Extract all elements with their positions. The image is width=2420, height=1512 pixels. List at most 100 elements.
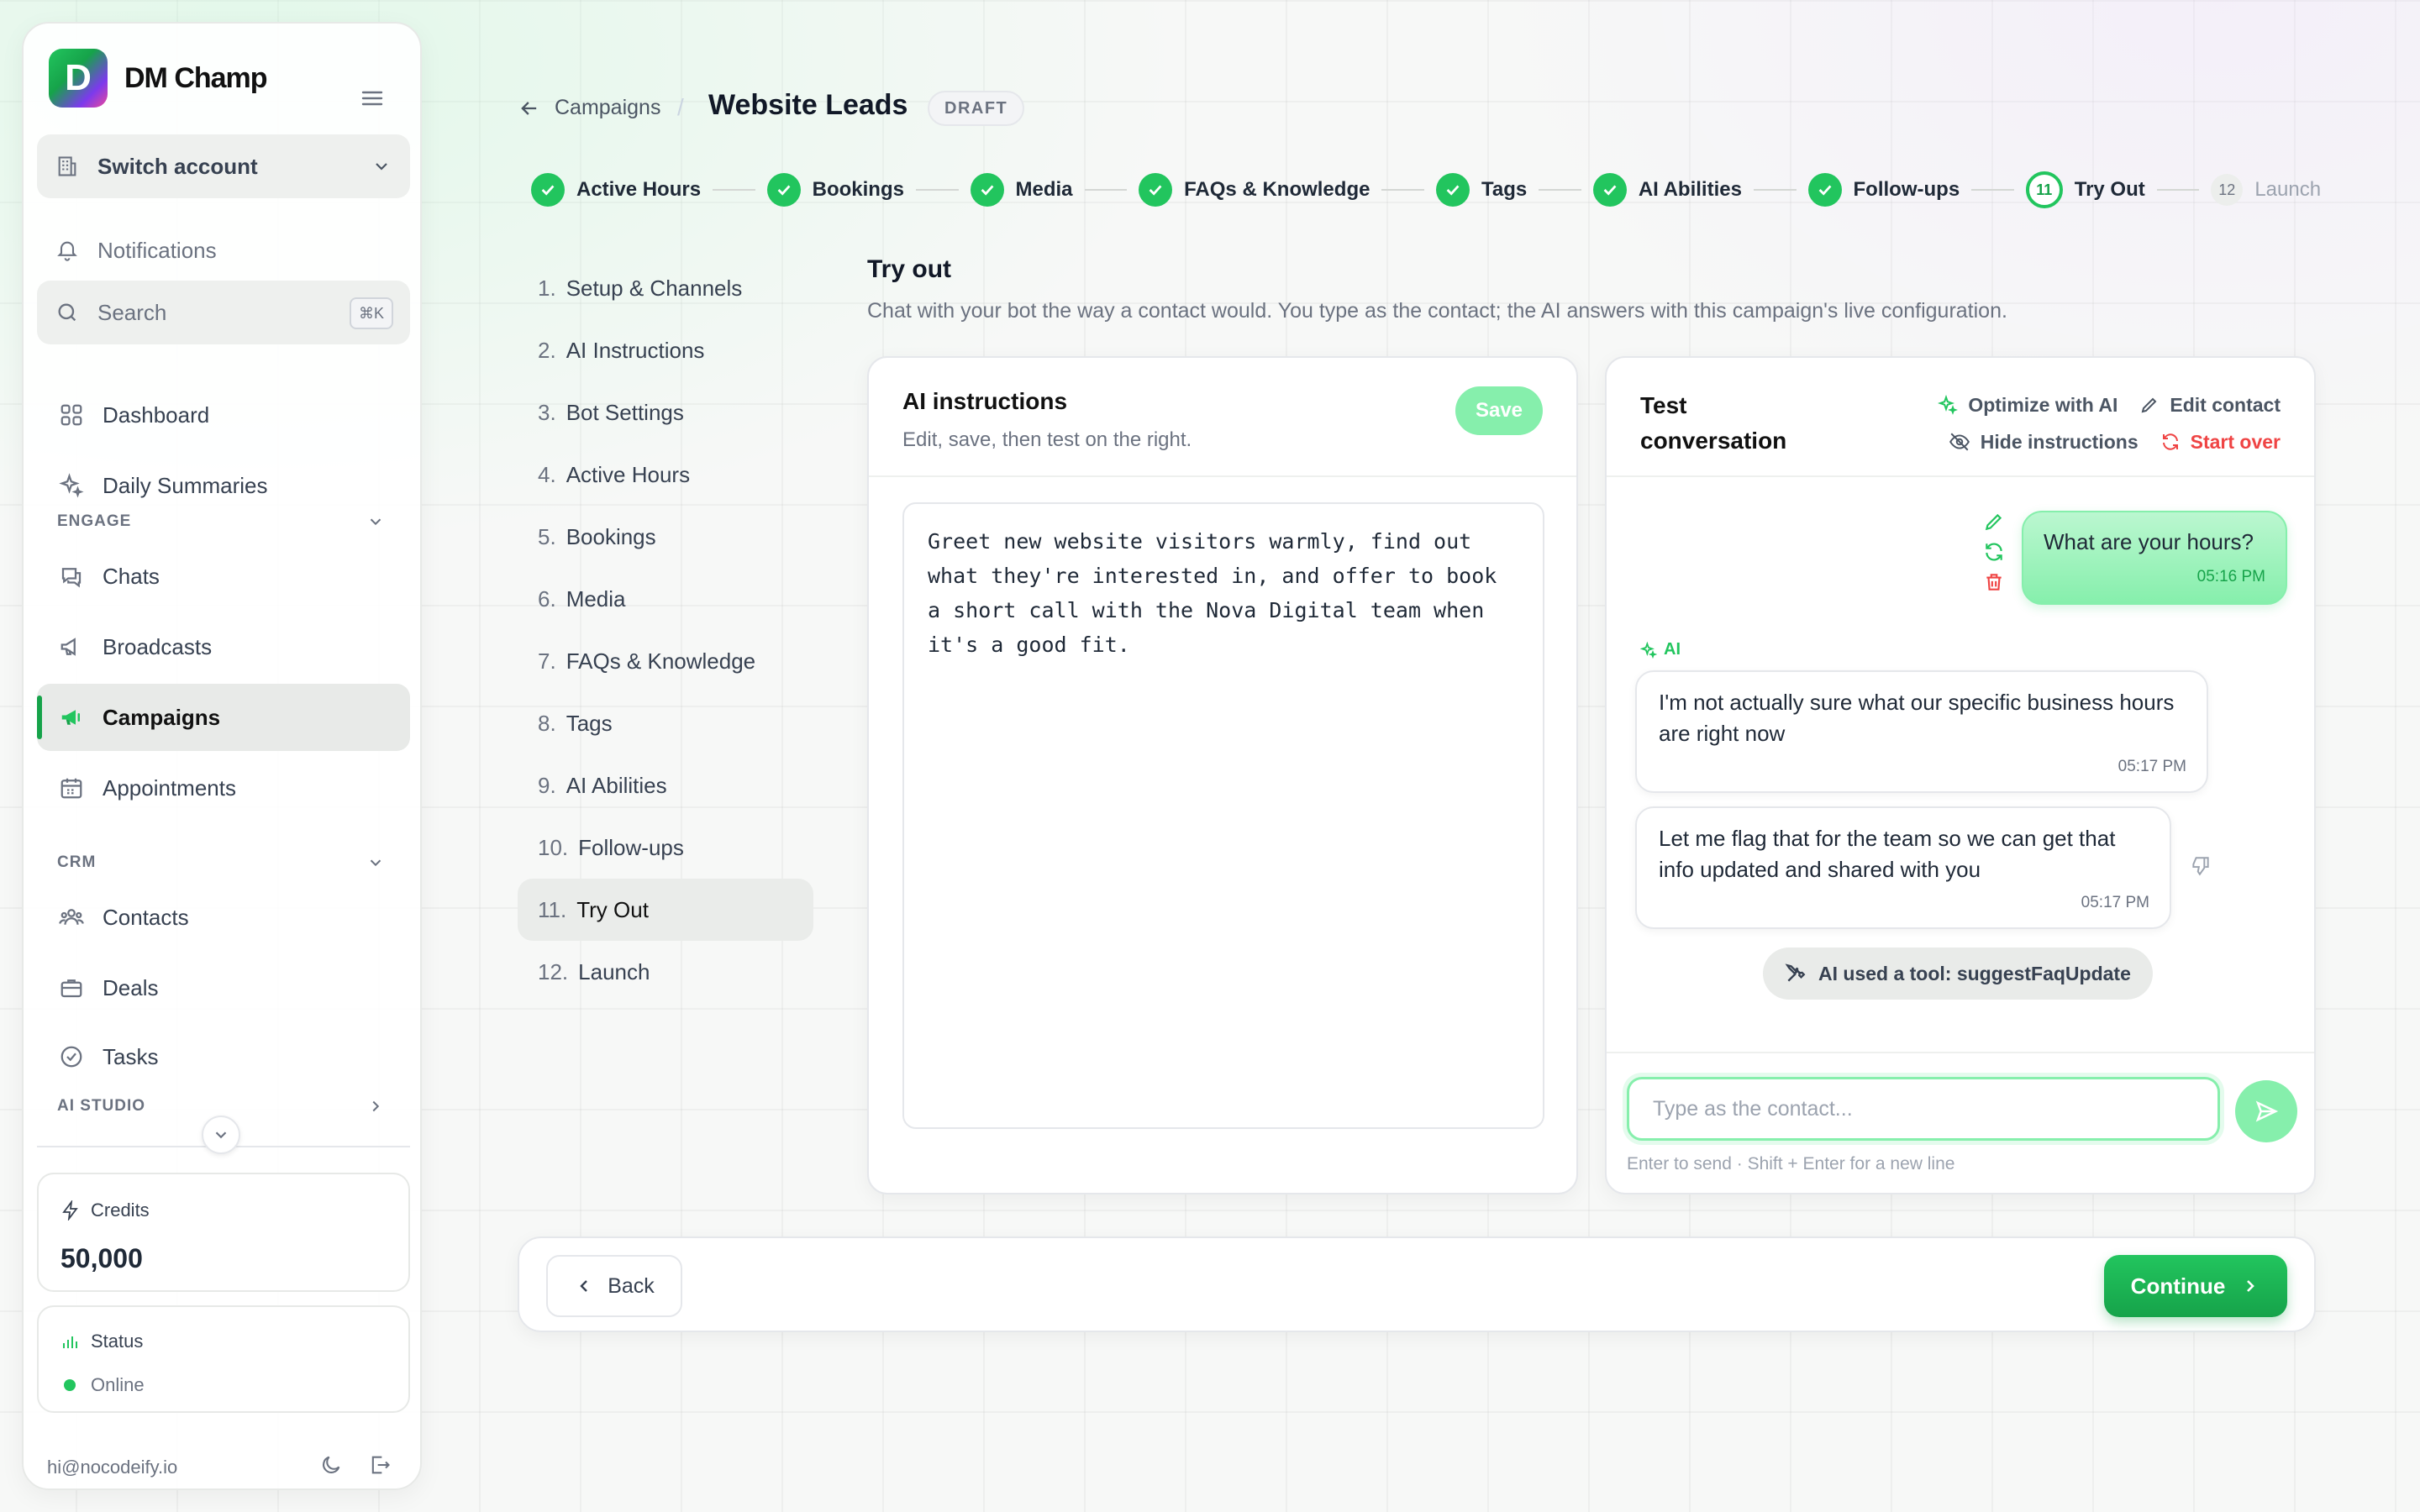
- step-list-label: Setup & Channels: [566, 275, 743, 301]
- step-list-label: AI Abilities: [566, 772, 667, 798]
- status-card: Status Online: [37, 1305, 410, 1413]
- step-faqs-knowledge[interactable]: FAQs & Knowledge: [1139, 173, 1370, 207]
- step-bookings[interactable]: Bookings: [766, 173, 904, 207]
- step-media[interactable]: Media: [970, 173, 1073, 207]
- step-tags[interactable]: Tags: [1436, 173, 1527, 207]
- save-button[interactable]: Save: [1455, 386, 1543, 435]
- step-label: FAQs & Knowledge: [1184, 178, 1370, 201]
- chevron-right-icon[interactable]: [366, 1097, 385, 1116]
- menu-icon[interactable]: [361, 89, 383, 108]
- step-list-item[interactable]: 8. Tags: [518, 692, 813, 754]
- instructions-textarea[interactable]: Greet new website visitors warmly, find …: [902, 502, 1544, 1129]
- step-follow-ups[interactable]: Follow-ups: [1807, 173, 1960, 207]
- ai-message-bubble: I'm not actually sure what our specific …: [1635, 670, 2208, 793]
- megaphone-icon: [60, 638, 76, 656]
- sidebar-item-deals[interactable]: Deals: [37, 954, 410, 1021]
- sidebar-item-broadcasts[interactable]: Broadcasts: [37, 613, 410, 680]
- step-label: Launch: [2254, 178, 2322, 201]
- step-list-item[interactable]: 5. Bookings: [518, 506, 813, 568]
- step-list-item[interactable]: 12. Launch: [518, 941, 813, 1003]
- sidebar-item-campaigns[interactable]: Campaigns: [37, 684, 410, 751]
- notifications-label: Notifications: [97, 237, 217, 263]
- calendar-icon: [60, 778, 82, 799]
- step-ai-abilities[interactable]: AI Abilities: [1592, 173, 1742, 207]
- step-list-item[interactable]: 4. Active Hours: [518, 444, 813, 506]
- grid-icon: [60, 404, 82, 426]
- step-number-current: 11: [2025, 171, 2063, 208]
- user-email: hi@nocodeify.io: [47, 1457, 178, 1478]
- search-icon: [58, 303, 76, 322]
- step-list-label: Bookings: [566, 523, 656, 549]
- step-list-item[interactable]: 2. AI Instructions: [518, 319, 813, 381]
- sidebar-item-label: Dashboard: [103, 402, 210, 428]
- logout-icon[interactable]: [368, 1453, 392, 1477]
- step-list-item[interactable]: 10. Follow-ups: [518, 816, 813, 879]
- section-ai-studio[interactable]: AI STUDIO: [57, 1097, 145, 1116]
- brand-name: DM Champ: [124, 61, 268, 94]
- check-icon: [970, 173, 1004, 207]
- step-number: 4.: [538, 461, 556, 487]
- chat-icon: [61, 568, 82, 588]
- bar-chart-icon: [63, 1336, 77, 1348]
- switch-account-label: Switch account: [97, 153, 258, 179]
- sidebar-item-tasks[interactable]: Tasks: [37, 1023, 410, 1090]
- trash-icon[interactable]: [1983, 571, 2005, 593]
- user-message-bubble: What are your hours? 05:16 PM: [2022, 511, 2287, 605]
- section-crm[interactable]: CRM: [57, 853, 96, 872]
- sidebar-item-appointments[interactable]: Appointments: [37, 754, 410, 822]
- step-list-item[interactable]: 3. Bot Settings: [518, 381, 813, 444]
- status-dot: [64, 1379, 76, 1391]
- step-label: Try Out: [2074, 178, 2145, 201]
- step-connector: [1753, 189, 1797, 191]
- sparkles-icon: [1640, 641, 1657, 659]
- step-number: 8.: [538, 710, 556, 736]
- message-text: What are your hours?: [2044, 529, 2254, 554]
- sidebar-item-label: Contacts: [103, 904, 189, 930]
- chevron-down-icon[interactable]: [366, 853, 385, 872]
- switch-account-button[interactable]: Switch account: [37, 134, 410, 198]
- moon-icon[interactable]: [319, 1453, 343, 1477]
- step-list-item[interactable]: 9. AI Abilities: [518, 754, 813, 816]
- sparkles-icon: [59, 473, 84, 498]
- step-list-item[interactable]: 6. Media: [518, 568, 813, 630]
- refresh-icon[interactable]: [1983, 541, 2005, 563]
- thumbs-down-icon[interactable]: [2190, 855, 2212, 877]
- sparkles-icon: [1938, 395, 1959, 415]
- continue-button[interactable]: Continue: [2104, 1255, 2287, 1317]
- chevron-down-icon[interactable]: [366, 512, 385, 531]
- step-list-item-active[interactable]: 11. Try Out: [518, 879, 813, 941]
- check-icon: [766, 173, 801, 207]
- section-engage[interactable]: ENGAGE: [57, 512, 131, 531]
- sidebar-item-chats[interactable]: Chats: [37, 543, 410, 610]
- status-value: Online: [91, 1374, 145, 1395]
- back-button[interactable]: Back: [546, 1255, 682, 1317]
- input-hint: Enter to send · Shift + Enter for a new …: [1627, 1154, 1955, 1173]
- sidebar-item-contacts[interactable]: Contacts: [37, 884, 410, 951]
- step-list-item[interactable]: 7. FAQs & Knowledge: [518, 630, 813, 692]
- check-icon: [1807, 173, 1842, 207]
- contact-message-input[interactable]: [1627, 1077, 2220, 1141]
- optimize-with-ai-button[interactable]: Optimize with AI: [1938, 394, 2118, 417]
- step-try-out[interactable]: 11 Try Out: [2025, 171, 2145, 208]
- pencil-icon[interactable]: [1983, 511, 2005, 533]
- step-label: Media: [1015, 178, 1073, 201]
- breadcrumb-campaigns: Campaigns: [555, 96, 661, 119]
- scroll-down-button[interactable]: [202, 1116, 240, 1154]
- sidebar-item-daily-summaries[interactable]: Daily Summaries: [37, 452, 410, 519]
- step-list-item[interactable]: 1. Setup & Channels: [518, 257, 813, 319]
- brand[interactable]: D DM Champ: [49, 49, 268, 108]
- edit-contact-button[interactable]: Edit contact: [2139, 394, 2281, 417]
- hide-instructions-button[interactable]: Hide instructions: [1949, 431, 2139, 454]
- step-launch[interactable]: 12 Launch: [2211, 174, 2321, 206]
- step-active-hours[interactable]: Active Hours: [531, 173, 701, 207]
- start-over-button[interactable]: Start over: [2160, 431, 2281, 454]
- sidebar-item-dashboard[interactable]: Dashboard: [37, 381, 410, 449]
- notifications-item[interactable]: Notifications: [37, 217, 410, 284]
- breadcrumb-back-link[interactable]: Campaigns: [518, 96, 660, 120]
- chevron-down-icon: [215, 1131, 227, 1139]
- credits-label: Credits: [91, 1200, 150, 1221]
- send-button[interactable]: [2235, 1080, 2297, 1142]
- step-connector: [1539, 189, 1581, 191]
- search-input[interactable]: Search ⌘K: [37, 281, 410, 344]
- step-connector: [2156, 189, 2200, 191]
